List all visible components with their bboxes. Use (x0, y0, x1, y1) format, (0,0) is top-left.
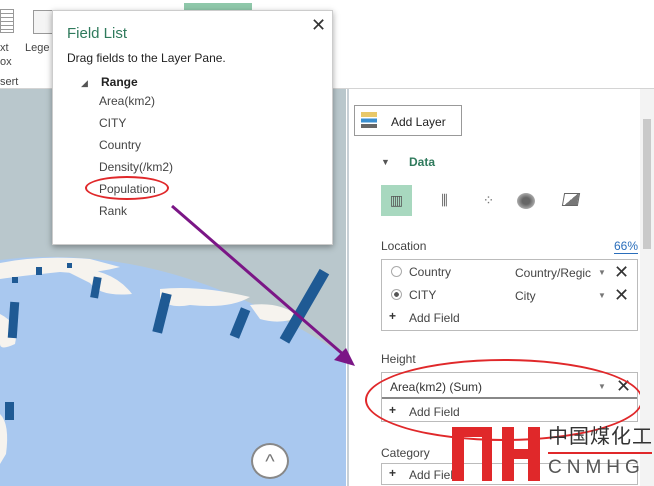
location-field-country: Country (409, 265, 452, 279)
watermark-text-en: CNMHG (548, 457, 645, 478)
region-viz-button[interactable] (561, 193, 581, 206)
column (67, 263, 72, 268)
legend-label[interactable]: Lege (25, 42, 49, 54)
field-list-popup: Field List ✕ Drag fields to the Layer Pa… (52, 10, 333, 245)
stacked-column-viz-button[interactable]: ▥ (381, 185, 412, 216)
table-range[interactable]: Range (101, 75, 138, 89)
chevron-down-icon[interactable]: ▼ (598, 268, 606, 277)
location-field-city: CITY (409, 288, 437, 302)
geo-type-country[interactable]: Country/Regic (515, 266, 591, 280)
field-list-title: Field List (67, 25, 128, 42)
text-box-label[interactable]: xt (0, 42, 9, 54)
location-fields-box: Country Country/Regic ▼ ✕ CITY City ▼ ✕ … (381, 259, 638, 331)
watermark-text-cn: 中国煤化工 (548, 426, 653, 448)
location-confidence-link[interactable]: 66% (614, 239, 639, 254)
category-label: Category (381, 446, 430, 460)
field-rank[interactable]: Rank (99, 204, 127, 218)
heatmap-viz-button[interactable] (517, 193, 535, 209)
clustered-column-viz-button[interactable]: ⫼ (429, 185, 460, 216)
close-icon[interactable]: ✕ (311, 15, 326, 36)
field-city[interactable]: CITY (99, 116, 126, 130)
location-label: Location (381, 239, 427, 253)
geo-type-city[interactable]: City (515, 289, 536, 303)
text-box-label-2[interactable]: ox (0, 56, 12, 68)
watermark-logo: 中国煤化工 CNMHG (452, 425, 654, 486)
field-area[interactable]: Area(km2) (99, 94, 155, 108)
bubble-viz-button[interactable]: ⁘ (473, 185, 504, 216)
plus-icon: + (389, 466, 397, 480)
column (12, 277, 18, 283)
text-box-icon[interactable] (0, 9, 14, 33)
add-layer-icon (361, 112, 377, 128)
insert-group-label: sert (0, 76, 19, 88)
data-section-title[interactable]: Data (409, 155, 435, 169)
add-layer-label: Add Layer (391, 115, 446, 129)
column (5, 402, 14, 420)
column (36, 267, 42, 275)
collapse-data-icon[interactable]: ▼ (381, 157, 390, 167)
field-country[interactable]: Country (99, 138, 141, 152)
height-label: Height (381, 352, 416, 366)
plus-icon: + (389, 309, 397, 323)
add-layer-button[interactable]: Add Layer (354, 105, 462, 136)
tilt-up-button[interactable]: ^ (251, 443, 289, 479)
field-list-description: Drag fields to the Layer Pane. (67, 51, 226, 65)
remove-country-icon[interactable]: ✕ (614, 263, 629, 281)
chevron-down-icon[interactable]: ▼ (598, 291, 606, 300)
remove-city-icon[interactable]: ✕ (614, 286, 629, 304)
location-add-field[interactable]: Add Field (409, 311, 460, 325)
field-density[interactable]: Density(/km2) (99, 160, 173, 174)
annotation-circle-population (85, 176, 169, 200)
collapse-triangle-icon[interactable]: ◢ (81, 78, 88, 89)
radio-city[interactable] (391, 289, 402, 300)
radio-country[interactable] (391, 266, 402, 277)
